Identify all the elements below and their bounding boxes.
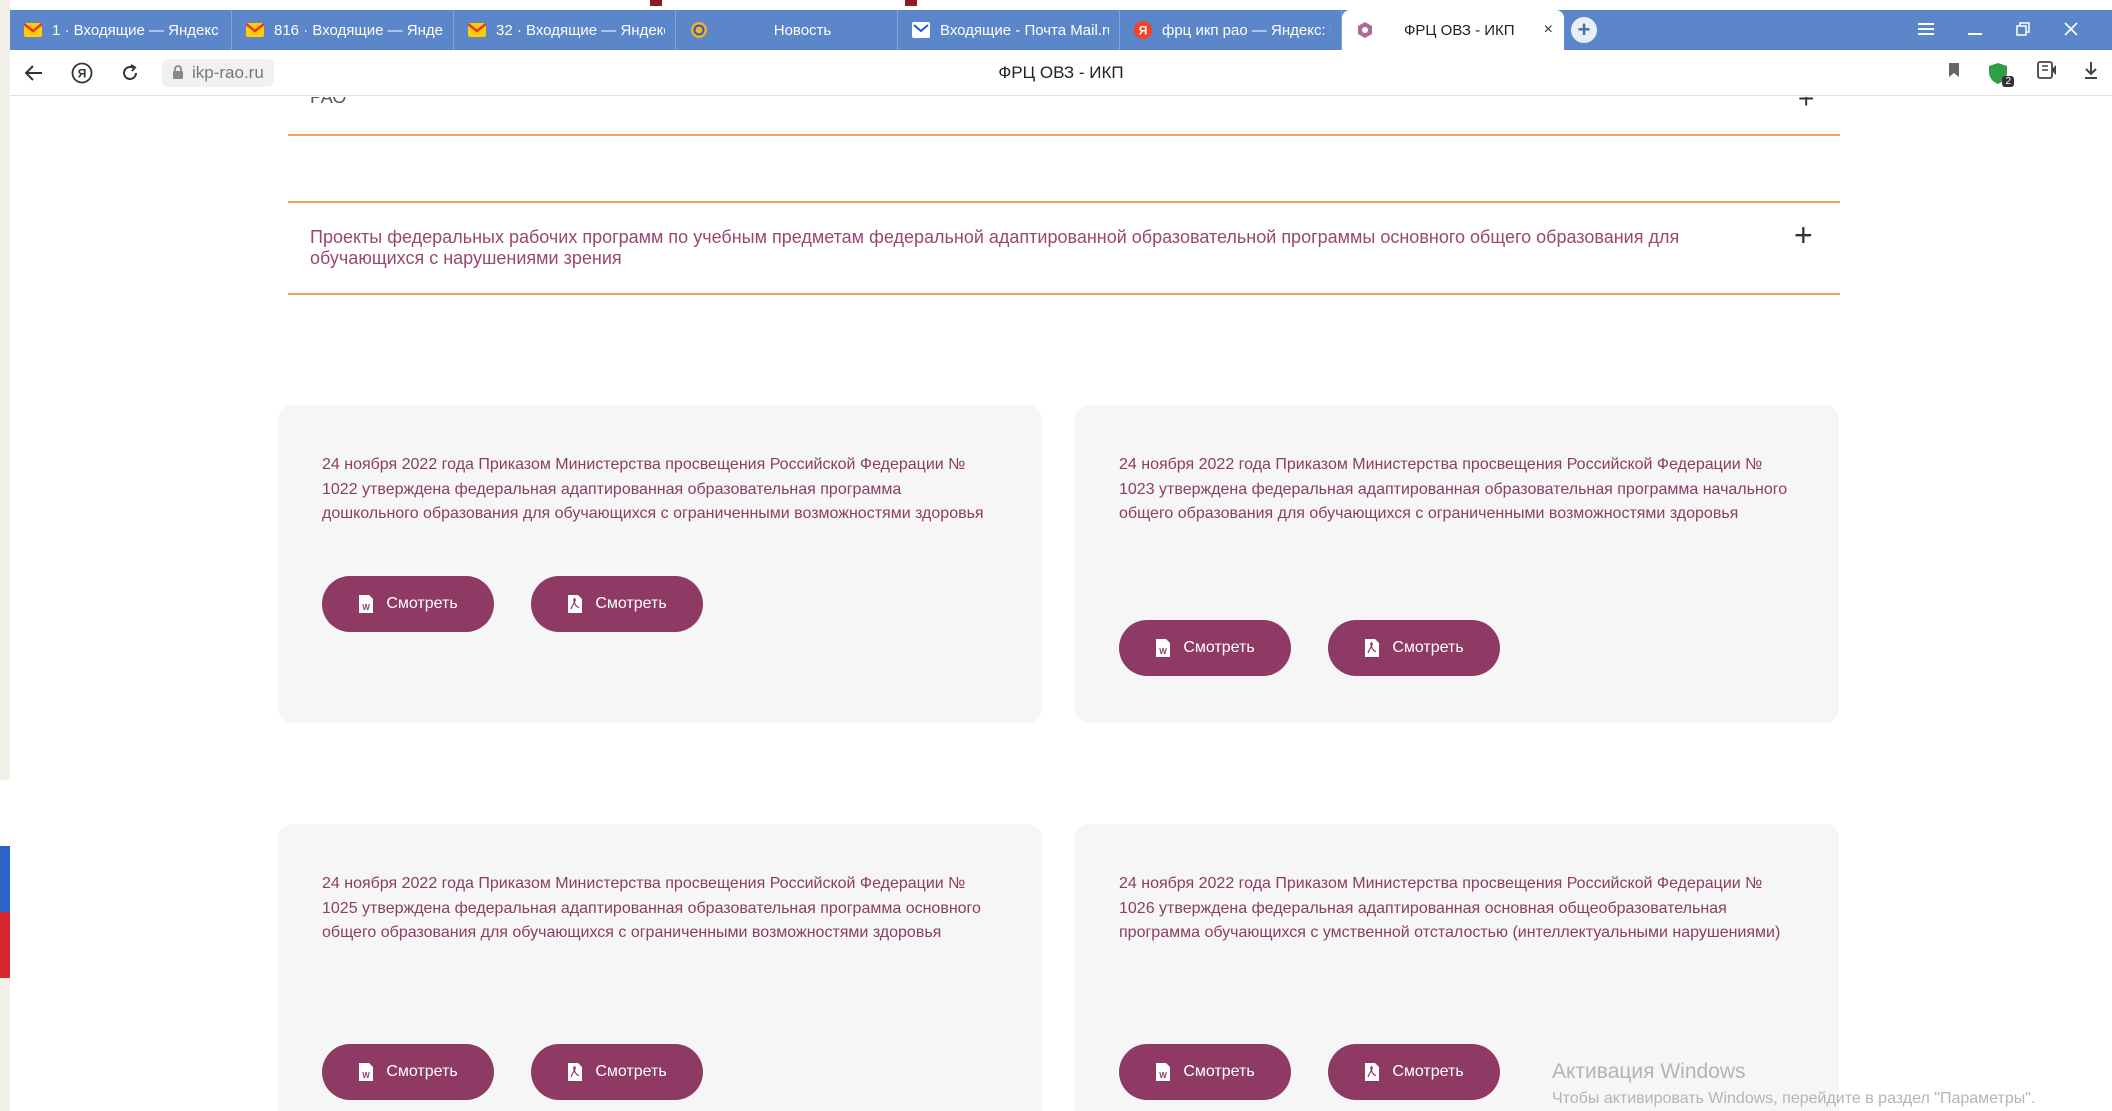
tab-strip: 1 · Входящие — Яндекс Почта 816 · Входящ… <box>10 10 2112 50</box>
circle-logo-icon <box>690 21 708 39</box>
document-card-1022: 24 ноября 2022 года Приказом Министерств… <box>278 405 1042 723</box>
view-word-button[interactable]: W Смотреть <box>1119 1044 1291 1100</box>
yandex-search-icon: Я <box>1134 21 1152 39</box>
accordion-item-title[interactable]: Проекты федеральных рабочих программ по … <box>310 227 1760 269</box>
tab-yandex-mail-2[interactable]: 816 · Входящие — Яндекс Почта <box>232 10 454 50</box>
lock-icon <box>173 65 183 79</box>
view-pdf-button[interactable]: Смотреть <box>1328 1044 1500 1100</box>
browser-window: 1 · Входящие — Яндекс Почта 816 · Входящ… <box>10 10 2112 1111</box>
restore-icon[interactable] <box>2016 20 2030 41</box>
back-button[interactable] <box>10 50 58 96</box>
pdf-file-icon <box>1364 638 1380 658</box>
address-bar: Я ikp-rao.ru ФРЦ ОВЗ - ИКП 2 <box>10 50 2112 96</box>
plus-icon: + <box>1571 17 1597 43</box>
bookmark-icon[interactable] <box>1948 62 1960 83</box>
download-icon[interactable] <box>2084 61 2098 84</box>
card-description: 24 ноября 2022 года Приказом Министерств… <box>1119 456 1788 522</box>
mailru-icon <box>912 21 930 39</box>
tab-label: 816 · Входящие — Яндекс Почта <box>274 21 443 39</box>
tab-yandex-mail-3[interactable]: 32 · Входящие — Яндекс Почта <box>454 10 676 50</box>
card-description: 24 ноября 2022 года Приказом Министерств… <box>322 456 984 522</box>
windows-activation-subtitle: Чтобы активировать Windows, перейдите в … <box>1552 1090 2036 1107</box>
document-card-1025: 24 ноября 2022 года Приказом Министерств… <box>278 824 1042 1111</box>
tab-label: Новость <box>773 21 832 39</box>
button-label: Смотреть <box>1183 639 1255 656</box>
slide-frame-top <box>0 0 2112 10</box>
button-label: Смотреть <box>386 1063 458 1080</box>
yandex-mail-icon <box>24 21 42 39</box>
accordion-expand-plus-icon[interactable]: + <box>1794 219 1813 251</box>
card-description: 24 ноября 2022 года Приказом Министерств… <box>1119 875 1781 941</box>
button-label: Смотреть <box>595 595 667 612</box>
accordion-divider <box>288 293 1840 295</box>
svg-text:W: W <box>1160 1071 1168 1080</box>
frame-mark <box>650 0 662 6</box>
toolbar-right: 2 <box>1948 60 2112 87</box>
tab-label: фрц икп рао — Яндекс: нашлось <box>1162 21 1331 39</box>
protect-shield-icon[interactable]: 2 <box>1986 61 2014 87</box>
word-file-icon: W <box>1155 638 1171 658</box>
accordion-stub-plus-icon[interactable]: + <box>1798 97 1814 115</box>
tab-mailru[interactable]: Входящие - Почта Mail.ru <box>898 10 1120 50</box>
windows-activation-title: Активация Windows <box>1552 1060 1746 1083</box>
svg-text:Я: Я <box>78 66 87 80</box>
accordion-divider <box>288 134 1840 136</box>
button-label: Смотреть <box>1392 639 1464 656</box>
svg-text:W: W <box>1160 647 1168 656</box>
close-window-icon[interactable] <box>2064 20 2078 41</box>
address-page-title: ФРЦ ОВЗ - ИКП <box>998 62 1124 82</box>
view-pdf-button[interactable]: Смотреть <box>1328 620 1500 676</box>
word-file-icon: W <box>358 594 374 614</box>
minimize-icon[interactable] <box>1968 20 1982 41</box>
yandex-mail-icon <box>468 21 486 39</box>
site-icon <box>1356 21 1374 39</box>
tab-yandex-search[interactable]: Я фрц икп рао — Яндекс: нашлось <box>1120 10 1342 50</box>
yandex-mail-icon <box>246 21 264 39</box>
shield-badge: 2 <box>2002 75 2014 87</box>
pdf-file-icon <box>567 594 583 614</box>
reload-button[interactable] <box>106 50 154 96</box>
tab-ikp-active[interactable]: ФРЦ ОВЗ - ИКП × <box>1342 10 1564 50</box>
tab-news[interactable]: Новость <box>676 10 898 50</box>
view-word-button[interactable]: W Смотреть <box>1119 620 1291 676</box>
button-label: Смотреть <box>1183 1063 1255 1080</box>
word-file-icon: W <box>358 1062 374 1082</box>
word-file-icon: W <box>1155 1062 1171 1082</box>
view-word-button[interactable]: W Смотреть <box>322 576 494 632</box>
close-tab-icon[interactable]: × <box>1544 21 1553 39</box>
url-field[interactable]: ikp-rao.ru <box>162 58 274 87</box>
frame-mark <box>905 0 917 6</box>
tab-label: 32 · Входящие — Яндекс Почта <box>496 21 665 39</box>
tab-label: ФРЦ ОВЗ - ИКП <box>1404 21 1515 39</box>
view-word-button[interactable]: W Смотреть <box>322 1044 494 1100</box>
svg-text:W: W <box>363 603 371 612</box>
menu-icon[interactable] <box>1918 20 1934 41</box>
page-content: РАО + Проекты федеральных рабочих програ… <box>10 97 2112 1111</box>
accordion-divider <box>288 201 1840 203</box>
pdf-file-icon <box>567 1062 583 1082</box>
button-label: Смотреть <box>595 1063 667 1080</box>
yandex-button[interactable]: Я <box>58 50 106 96</box>
tab-label: 1 · Входящие — Яндекс Почта <box>52 21 221 39</box>
tab-label: Входящие - Почта Mail.ru <box>940 21 1109 39</box>
new-tab-button[interactable]: + <box>1564 10 1604 50</box>
collections-icon[interactable] <box>2036 60 2058 85</box>
button-label: Смотреть <box>386 595 458 612</box>
button-label: Смотреть <box>1392 1063 1464 1080</box>
view-pdf-button[interactable]: Смотреть <box>531 1044 703 1100</box>
pdf-file-icon <box>1364 1062 1380 1082</box>
window-controls <box>1918 10 2112 50</box>
back-arrow-icon <box>25 64 42 81</box>
reload-icon <box>123 63 137 80</box>
yandex-logo-icon: Я <box>71 62 93 83</box>
svg-text:Я: Я <box>1139 24 1148 38</box>
svg-text:W: W <box>363 1071 371 1080</box>
card-description: 24 ноября 2022 года Приказом Министерств… <box>322 875 981 941</box>
url-text: ikp-rao.ru <box>192 62 264 82</box>
view-pdf-button[interactable]: Смотреть <box>531 576 703 632</box>
accordion-stub-title: РАО <box>310 97 347 107</box>
tab-yandex-mail-1[interactable]: 1 · Входящие — Яндекс Почта <box>10 10 232 50</box>
document-card-1023: 24 ноября 2022 года Приказом Министерств… <box>1075 405 1839 723</box>
